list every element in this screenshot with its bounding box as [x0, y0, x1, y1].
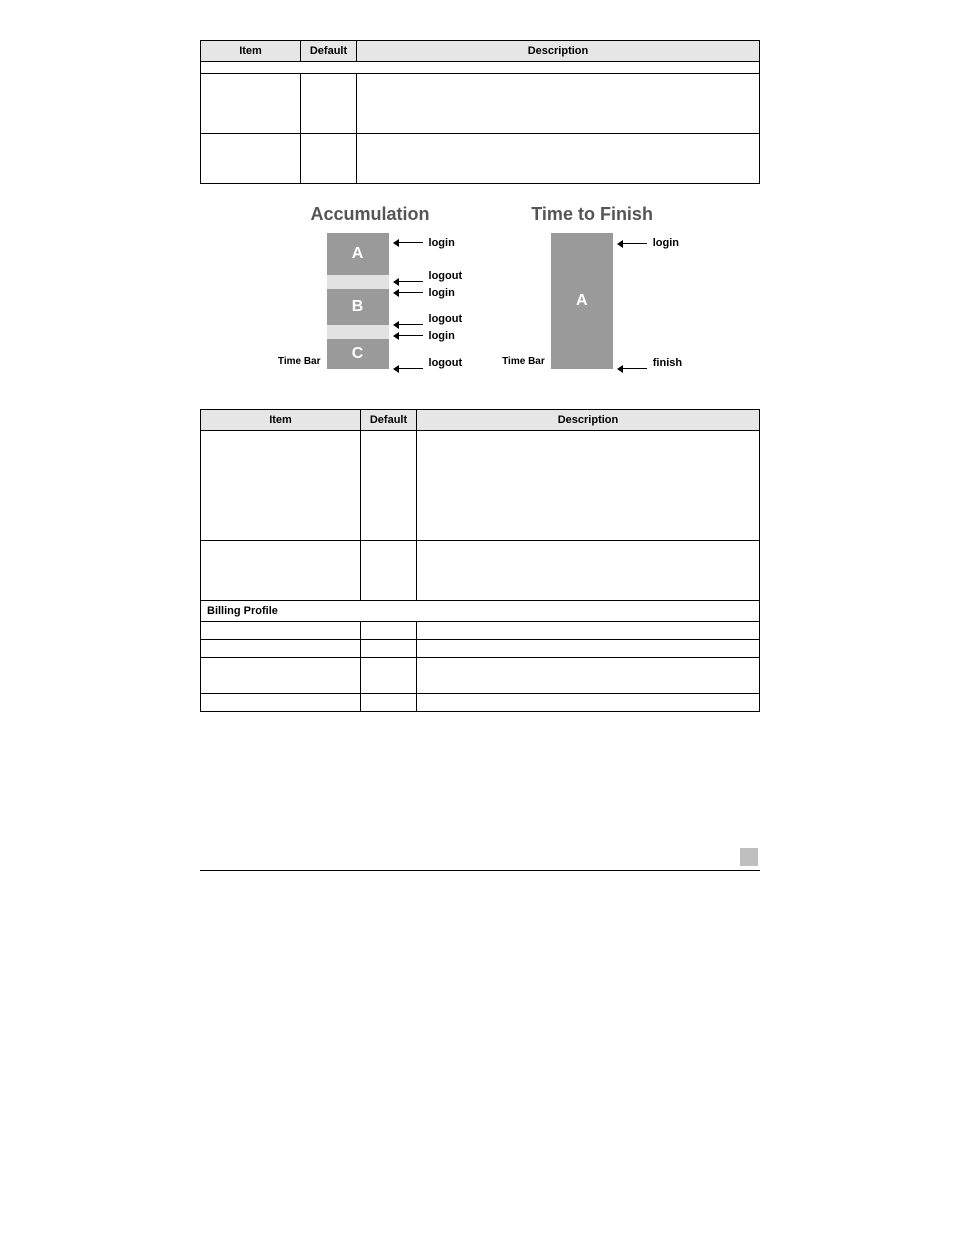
- t2-header-default: Default: [361, 410, 417, 431]
- t1-header-item: Item: [201, 41, 301, 62]
- arrow-icon: [395, 324, 423, 325]
- segment-b: B: [327, 289, 389, 325]
- arrow-icon: [395, 335, 423, 336]
- segment-a: A: [327, 233, 389, 275]
- annotations-left: login logout login logout login logout: [395, 233, 463, 369]
- t2-header-item: Item: [201, 410, 361, 431]
- segment-gap: [327, 325, 389, 339]
- table-row: [201, 431, 760, 541]
- arrow-icon: [619, 368, 647, 369]
- segment-c: C: [327, 339, 389, 369]
- time-bar-label-right: Time Bar: [502, 356, 545, 369]
- table-row: [201, 622, 760, 640]
- arrow-icon: [395, 292, 423, 293]
- t1-header-default: Default: [301, 41, 357, 62]
- annotations-right: login finish: [619, 233, 682, 369]
- footer-divider: [200, 870, 760, 871]
- footer-page: 49: [701, 852, 712, 863]
- table-row: [201, 62, 760, 74]
- arrow-icon: [395, 281, 423, 282]
- stack-right: A: [551, 233, 613, 369]
- table-row: [201, 134, 760, 184]
- table-row: [201, 694, 760, 712]
- page-content: Item Default Description Accum: [200, 40, 760, 732]
- t1-header-description: Description: [357, 41, 760, 62]
- diagram: Accumulation Time Bar A B C login logout…: [200, 204, 760, 369]
- table-row: [201, 658, 760, 694]
- table-row: [201, 640, 760, 658]
- time-bar-label-left: Time Bar: [278, 356, 321, 369]
- t2-header-description: Description: [417, 410, 760, 431]
- arrow-icon: [395, 242, 423, 243]
- stack-left: A B C: [327, 233, 389, 369]
- arrow-icon: [395, 368, 423, 369]
- table-1: Item Default Description: [200, 40, 760, 184]
- segment-a-right: A: [551, 233, 613, 369]
- diagram-accumulation: Accumulation Time Bar A B C login logout…: [278, 204, 462, 369]
- table-2: Item Default Description Billing Profile: [200, 409, 760, 712]
- diagram-time-to-finish: Time to Finish Time Bar A login finish: [502, 204, 682, 369]
- footer: Chapter 3 System Configuration 49: [200, 852, 740, 863]
- segment-gap: [327, 275, 389, 289]
- table-row: [201, 74, 760, 134]
- footer-section: System Configuration: [602, 852, 698, 863]
- table-row: [201, 541, 760, 601]
- arrow-icon: [619, 243, 647, 244]
- section-header-row: Billing Profile: [201, 601, 760, 622]
- diagram-title-right: Time to Finish: [531, 204, 653, 225]
- diagram-title-left: Accumulation: [311, 204, 430, 225]
- page-number-box: [740, 848, 758, 866]
- footer-chapter: Chapter 3: [556, 852, 600, 863]
